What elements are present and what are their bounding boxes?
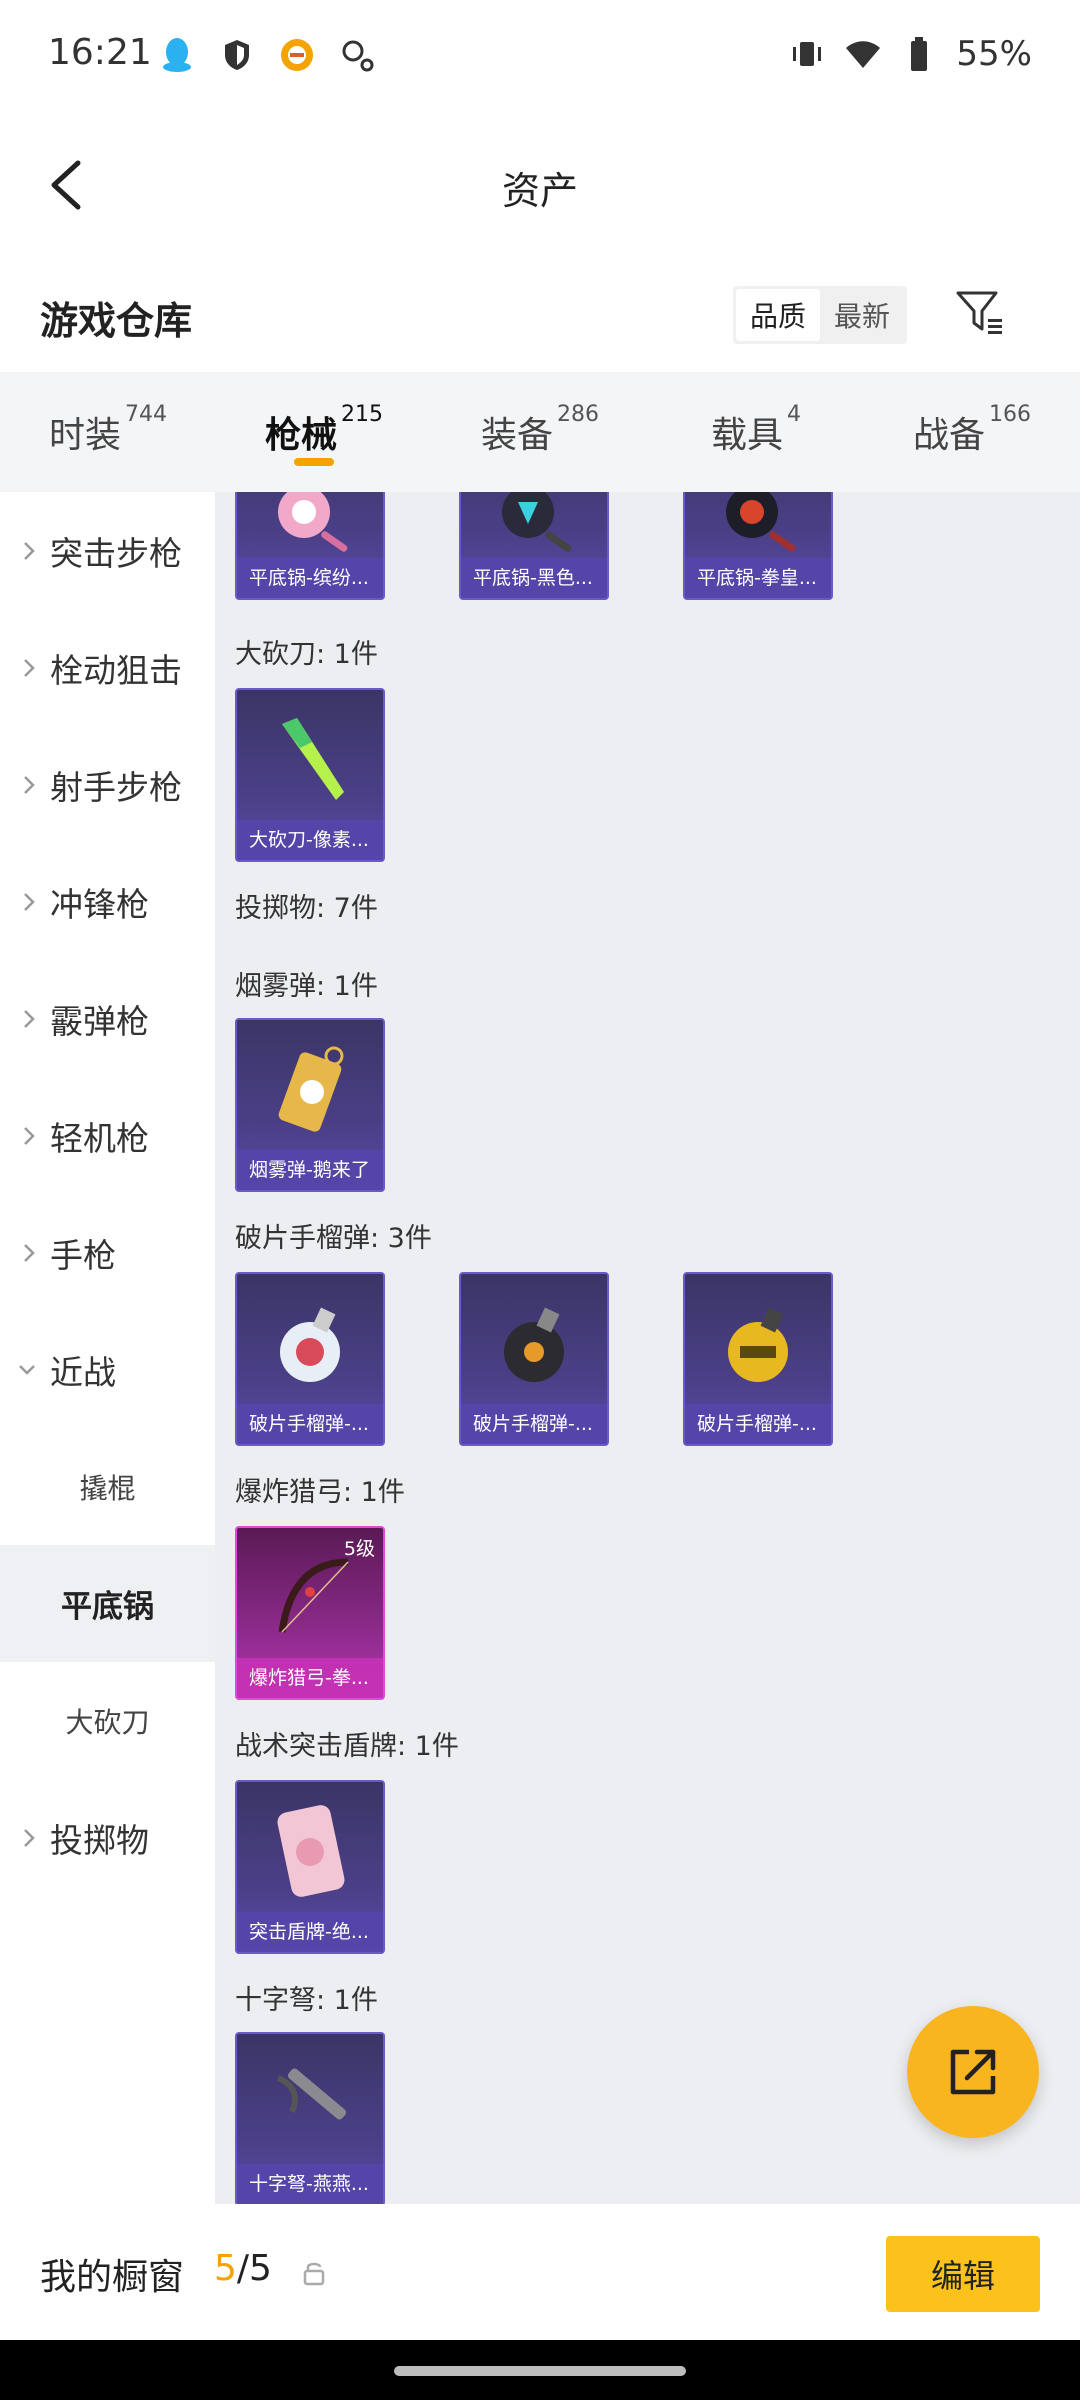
lock-icon: [303, 2262, 325, 2286]
search-icon: [338, 36, 376, 74]
section-label: 破片手榴弹: 3件: [235, 1223, 432, 1254]
active-tab-indicator: [294, 458, 334, 466]
shield-item-icon: [277, 1805, 345, 1897]
vibrate-icon: [788, 35, 826, 73]
item-card[interactable]: 破片手榴弹-...: [235, 1272, 385, 1446]
section-label: 爆炸猎弓: 1件: [235, 1477, 405, 1508]
chevron-right-icon: [24, 1828, 35, 1847]
frag-grenade-icon: [504, 1307, 564, 1382]
edit-button[interactable]: 编辑: [886, 2236, 1040, 2312]
sidebar-item-shotgun[interactable]: 霰弹枪: [0, 960, 215, 1077]
sort-toggle: 品质 最新: [733, 286, 907, 344]
sidebar-subitem-frying-pan[interactable]: 平底锅: [0, 1545, 215, 1662]
frying-pan-icon: [278, 492, 348, 552]
wifi-icon: [844, 35, 882, 73]
category-sidebar: 突击步枪 栓动狙击 射手步枪 冲锋枪 霰弹枪 轻机枪 手枪 近战 撬棍 平底锅 …: [0, 492, 215, 2204]
sidebar-item-throwables[interactable]: 投掷物: [0, 1779, 215, 1896]
sidebar-item-melee[interactable]: 近战: [0, 1311, 215, 1428]
sidebar-subitem-crowbar[interactable]: 撬棍: [0, 1428, 215, 1545]
chevron-right-icon: [24, 892, 35, 911]
item-card[interactable]: 烟雾弹-鹅来了: [235, 1018, 385, 1192]
chevron-right-icon: [24, 658, 35, 677]
tab-gear[interactable]: 战备 166: [864, 372, 1080, 492]
item-card[interactable]: 破片手榴弹-...: [683, 1272, 833, 1446]
share-button[interactable]: [907, 2006, 1039, 2138]
app-bar: 资产: [0, 110, 1080, 260]
section-label: 烟雾弹: 1件: [235, 971, 378, 1002]
category-tabs: 时装 744 枪械 215 装备 286 载具 4 战备 166: [0, 372, 1080, 492]
tab-vehicles[interactable]: 载具 4: [648, 372, 864, 492]
tab-fashion[interactable]: 时装 744: [0, 372, 216, 492]
frag-grenade-icon: [728, 1307, 788, 1382]
item-card[interactable]: 5级 爆炸猎弓-拳...: [235, 1526, 385, 1700]
chevron-right-icon: [24, 775, 35, 794]
section-label: 大砍刀: 1件: [235, 639, 378, 670]
status-bar: 16:21 55%: [0, 0, 1080, 110]
warehouse-title: 游戏仓库: [40, 299, 193, 343]
section-label: 战术突击盾牌: 1件: [235, 1731, 459, 1762]
section-label: 十字弩: 1件: [235, 1985, 378, 2016]
tab-equipment[interactable]: 装备 286: [432, 372, 648, 492]
sort-latest-button[interactable]: 最新: [820, 289, 904, 341]
item-card[interactable]: 十字弩-燕燕...: [235, 2032, 385, 2204]
sidebar-item-assault-rifle[interactable]: 突击步枪: [0, 492, 215, 609]
machete-icon: [282, 718, 344, 800]
sidebar-item-smg[interactable]: 冲锋枪: [0, 843, 215, 960]
chevron-right-icon: [24, 1009, 35, 1028]
warehouse-header: 游戏仓库 品质 最新: [0, 260, 1080, 372]
frying-pan-icon: [502, 492, 572, 552]
app-notification-icon: [278, 36, 316, 74]
filter-icon: [956, 291, 1002, 334]
sort-quality-button[interactable]: 品质: [736, 289, 820, 341]
item-card[interactable]: 平底锅-缤纷...: [235, 492, 385, 600]
tab-firearms[interactable]: 枪械 215: [216, 372, 432, 492]
showcase-bar: 我的橱窗 5/5 编辑: [0, 2204, 1080, 2340]
chevron-down-icon: [19, 1364, 35, 1375]
battery-icon: [900, 35, 938, 73]
share-out-icon: [950, 2049, 996, 2095]
item-card[interactable]: 平底锅-拳皇...: [683, 492, 833, 600]
section-label: 投掷物: 7件: [235, 893, 378, 924]
chevron-right-icon: [24, 1126, 35, 1145]
item-card[interactable]: 破片手榴弹-...: [459, 1272, 609, 1446]
status-time: 16:21: [48, 32, 152, 73]
item-card[interactable]: 平底锅-黑色...: [459, 492, 609, 600]
filter-button[interactable]: [950, 282, 1010, 342]
item-card[interactable]: 大砍刀-像素...: [235, 688, 385, 862]
crossbow-icon: [276, 2068, 347, 2120]
sidebar-item-bolt-sniper[interactable]: 栓动狙击: [0, 609, 215, 726]
battery-percent: 55%: [956, 34, 1032, 74]
sidebar-item-marksman-rifle[interactable]: 射手步枪: [0, 726, 215, 843]
chevron-right-icon: [24, 541, 35, 560]
showcase-label: 我的橱窗: [40, 2257, 185, 2298]
home-gesture-handle[interactable]: [394, 2366, 686, 2376]
page-title: 资产: [501, 169, 578, 213]
sidebar-subitem-machete[interactable]: 大砍刀: [0, 1662, 215, 1779]
system-nav-bar: [0, 2340, 1080, 2400]
sidebar-item-lmg[interactable]: 轻机枪: [0, 1077, 215, 1194]
frag-grenade-icon: [280, 1307, 340, 1382]
bow-icon: [278, 1558, 349, 1633]
frying-pan-icon: [726, 492, 796, 552]
chevron-right-icon: [24, 1243, 35, 1262]
showcase-count: 5/5: [214, 2248, 272, 2289]
smoke-grenade-icon: [278, 1046, 344, 1132]
qq-icon: [158, 36, 196, 74]
item-card[interactable]: 突击盾牌-绝...: [235, 1780, 385, 1954]
item-grid: 平底锅-缤纷... 平底锅-黑色... 平底锅-拳皇... 大砍刀: 1件 大砍…: [215, 492, 1080, 2204]
sidebar-item-pistol[interactable]: 手枪: [0, 1194, 215, 1311]
shield-icon: [218, 36, 256, 74]
